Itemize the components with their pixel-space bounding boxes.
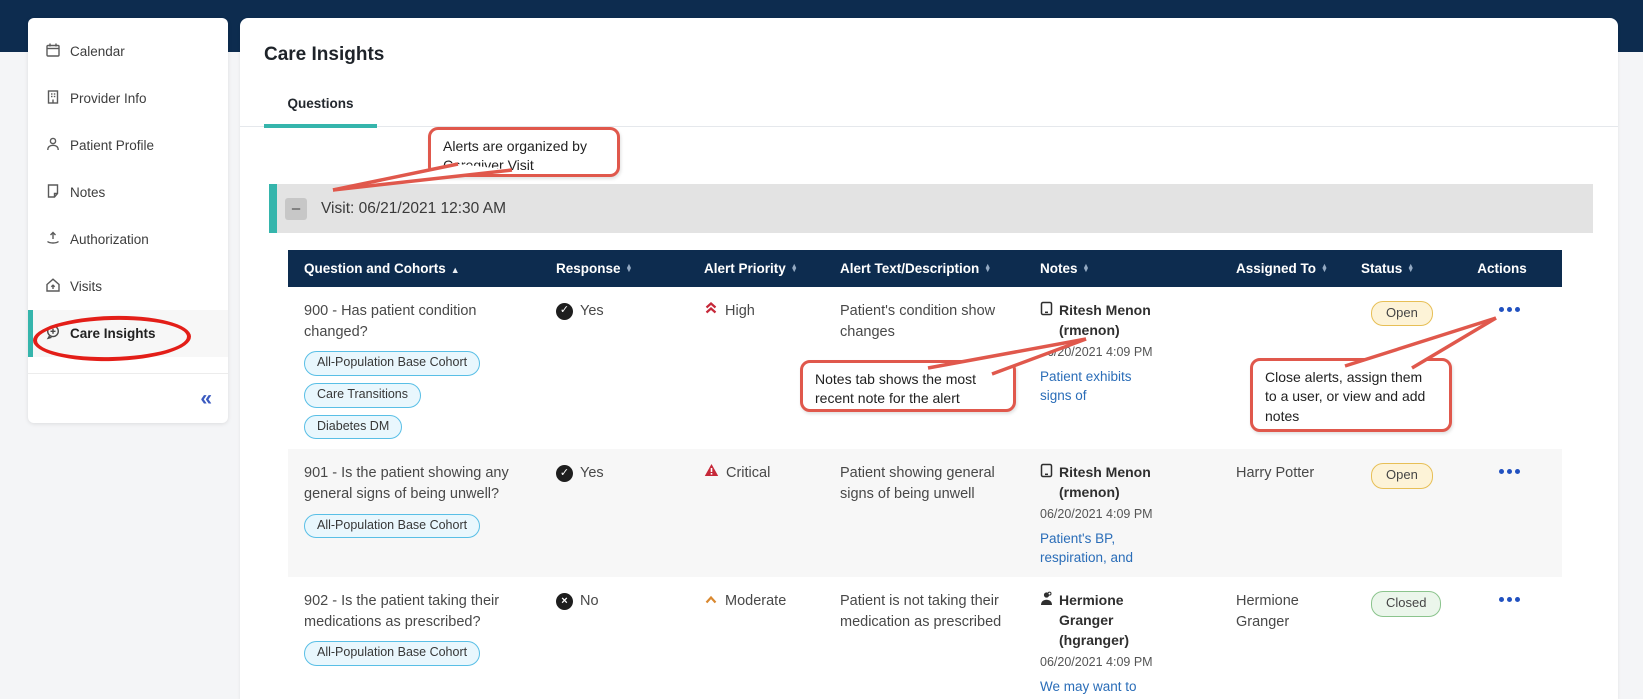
more-actions-icon[interactable]: [1466, 597, 1552, 603]
tab-bar: Questions: [240, 96, 1618, 128]
more-actions-icon[interactable]: [1466, 469, 1552, 475]
status-badge: Closed: [1371, 591, 1442, 617]
alert-text: Patient is not taking their medication a…: [840, 593, 1002, 630]
sidebar-item-label: Provider Info: [70, 91, 147, 106]
notes-icon: [45, 183, 61, 202]
note-link[interactable]: Patient exhibits signs of: [1040, 367, 1162, 405]
visit-group-header: – Visit: 06/21/2021 12:30 AM: [269, 184, 1593, 233]
note-timestamp: 06/20/2021 4:09 PM: [1040, 654, 1153, 669]
cohort-chip: Diabetes DM: [304, 414, 403, 440]
visit-label: Visit: 06/21/2021 12:30 AM: [321, 199, 506, 217]
priority-value: High: [725, 303, 755, 319]
tablet-icon: [1040, 463, 1053, 503]
question-text: 902 - Is the patient taking their medica…: [304, 593, 500, 630]
note-author: Ritesh Menon (rmenon): [1059, 464, 1151, 501]
person-icon: [1040, 591, 1053, 651]
check-icon: ✓: [556, 465, 573, 483]
table-row: 901 - Is the patient showing any general…: [288, 449, 1562, 578]
column-header-alert-text[interactable]: Alert Text/Description ▲ ▼: [824, 250, 1024, 287]
collapse-visit-button[interactable]: –: [285, 197, 307, 220]
sort-ascending-icon: ▲: [450, 265, 460, 275]
note-timestamp: 06/20/2021 4:09 PM: [1040, 344, 1153, 359]
sidebar-item-visits[interactable]: Visits: [28, 263, 228, 310]
sort-icon: ▲ ▼: [1321, 263, 1328, 275]
sidebar: Calendar Provider Info Patient Profile N…: [28, 18, 228, 423]
priority-value: Critical: [726, 465, 771, 482]
cohort-chip: All-Population Base Cohort: [304, 641, 481, 667]
cohort-chip: All-Population Base Cohort: [304, 351, 481, 376]
column-header-assigned-to[interactable]: Assigned To ▲ ▼: [1220, 250, 1345, 287]
column-header-alert-priority[interactable]: Alert Priority ▲ ▼: [688, 250, 824, 287]
high-priority-icon: [704, 301, 718, 322]
note-author: Hermione Granger (hgranger): [1059, 592, 1129, 648]
response-value: Yes: [580, 465, 604, 482]
response-value: Yes: [580, 303, 604, 319]
cohort-chip: Care Transitions: [304, 382, 422, 408]
visits-icon: [45, 277, 61, 296]
callout-actions-menu: Close alerts, assign them to a user, or …: [1250, 358, 1452, 432]
column-header-response[interactable]: Response ▲ ▼: [540, 250, 688, 287]
question-text: 900 - Has patient condition changed?: [304, 303, 477, 340]
tablet-icon: [1040, 301, 1053, 341]
sidebar-item-calendar[interactable]: Calendar: [28, 28, 228, 75]
sort-icon: ▲ ▼: [1082, 263, 1090, 275]
alert-text: Patient showing general signs of being u…: [840, 465, 995, 502]
table-row: 902 - Is the patient taking their medica…: [288, 577, 1562, 699]
cross-icon: ×: [556, 593, 573, 610]
note-author: Ritesh Menon (rmenon): [1059, 302, 1151, 338]
note-link[interactable]: Patient's BP, respiration, and: [1040, 529, 1162, 567]
sort-icon: ▲ ▼: [790, 263, 798, 275]
table-header-row: Question and Cohorts ▲ Response ▲ ▼ Alert P…: [288, 250, 1562, 287]
callout-notes-column: Notes tab shows the most recent note for…: [800, 360, 1016, 412]
sort-icon: ▲ ▼: [625, 263, 633, 275]
critical-priority-icon: [704, 463, 719, 484]
note-timestamp: 06/20/2021 4:09 PM: [1040, 507, 1153, 522]
sidebar-item-label: Calendar: [70, 44, 125, 59]
sidebar-footer: «: [28, 373, 228, 423]
status-badge: Open: [1371, 463, 1433, 489]
cohort-chip: All-Population Base Cohort: [304, 513, 481, 539]
sidebar-item-provider-info[interactable]: Provider Info: [28, 75, 228, 122]
column-header-actions: Actions: [1450, 250, 1562, 287]
assigned-to-value: Hermione Granger: [1236, 593, 1299, 630]
sort-icon: ▲ ▼: [984, 263, 992, 275]
priority-value: Moderate: [725, 593, 787, 610]
sidebar-item-label: Patient Profile: [70, 138, 155, 153]
alerts-table: Question and Cohorts ▲ Response ▲ ▼ Alert P…: [288, 250, 1562, 699]
alert-text: Patient's condition show changes: [840, 303, 996, 340]
sidebar-item-label: Authorization: [70, 232, 149, 247]
sort-icon: ▲ ▼: [1407, 263, 1415, 275]
sidebar-item-authorization[interactable]: Authorization: [28, 216, 228, 263]
response-value: No: [580, 593, 599, 610]
note-link[interactable]: We may want to give patient a: [1040, 677, 1162, 699]
active-tab-underline: [264, 124, 377, 128]
sidebar-item-label: Visits: [70, 279, 103, 294]
column-header-status[interactable]: Status ▲ ▼: [1345, 250, 1450, 287]
question-text: 901 - Is the patient showing any general…: [304, 465, 509, 502]
more-actions-icon[interactable]: [1466, 307, 1552, 312]
page-title: Care Insights: [264, 44, 385, 65]
column-header-question[interactable]: Question and Cohorts ▲: [288, 250, 540, 287]
authorization-icon: [45, 230, 61, 249]
callout-visit-grouping: Alerts are organized by Caregiver Visit: [428, 127, 620, 177]
column-header-notes[interactable]: Notes ▲ ▼: [1024, 250, 1220, 287]
calendar-icon: [45, 42, 61, 61]
sidebar-collapse-icon[interactable]: «: [200, 388, 212, 409]
sidebar-item-notes[interactable]: Notes: [28, 169, 228, 216]
tab-questions[interactable]: Questions: [264, 96, 377, 111]
provider-info-icon: [45, 89, 61, 108]
assigned-to-value: Harry Potter: [1236, 465, 1315, 482]
status-badge: Open: [1371, 301, 1433, 327]
sidebar-item-patient-profile[interactable]: Patient Profile: [28, 122, 228, 169]
moderate-priority-icon: [704, 591, 718, 612]
patient-profile-icon: [45, 136, 61, 155]
sidebar-item-label: Notes: [70, 185, 106, 200]
check-icon: ✓: [556, 302, 573, 320]
